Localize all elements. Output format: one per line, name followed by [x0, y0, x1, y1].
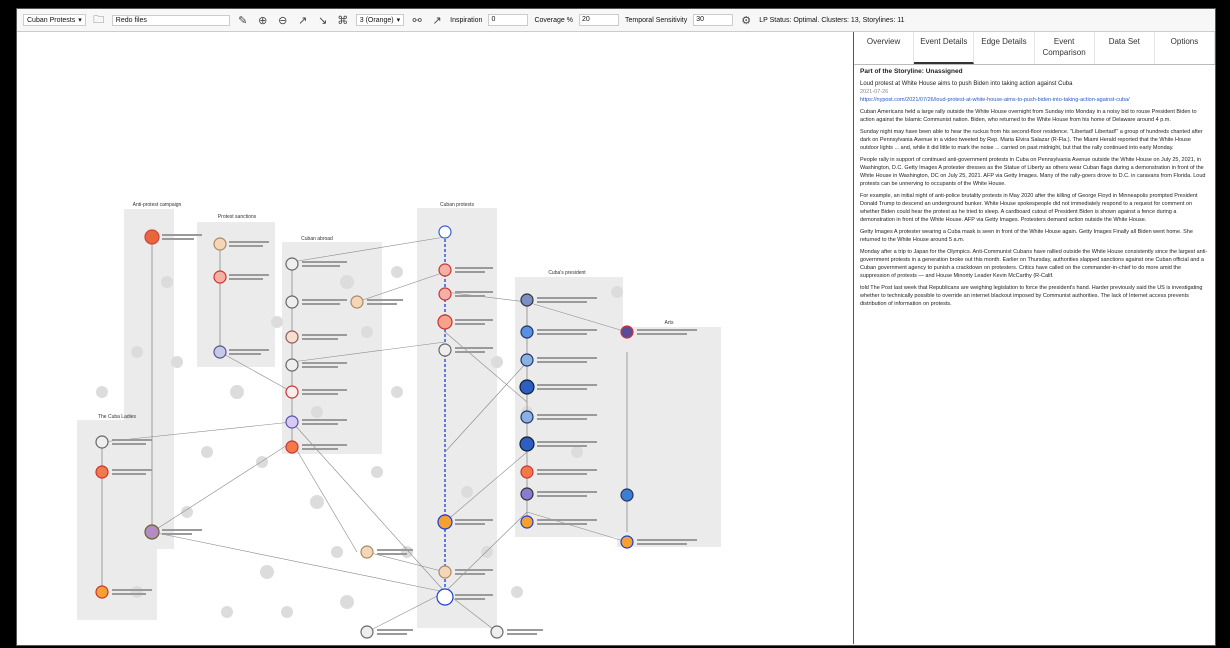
tab-label: Data Set	[1108, 37, 1140, 46]
event-details: Part of the Storyline: Unassigned Loud p…	[854, 65, 1215, 315]
event-paragraph: Monday after a trip to Japan for the Oly…	[860, 249, 1208, 279]
pin-icon[interactable]: ✎	[236, 13, 250, 27]
temporal-sensitivity-input[interactable]: 30	[693, 14, 734, 26]
inspiration-label: Inspiration	[450, 16, 483, 24]
lp-status: LP Status: Optimal. Clusters: 13, Storyl…	[759, 16, 905, 24]
event-paragraph: For example, an initial night of anti-po…	[860, 193, 1198, 223]
tab-label: Overview	[866, 37, 901, 46]
tab-label: Event Comparison	[1042, 37, 1086, 57]
settings-icon[interactable]: ⚙	[739, 13, 753, 27]
tab-label: Edge Details	[981, 37, 1027, 46]
coverage-label: Coverage %	[534, 16, 573, 24]
temporal-sensitivity-label: Temporal Sensitivity	[624, 16, 688, 24]
inspiration-input[interactable]: 0	[488, 14, 529, 26]
event-paragraph: Cuban Americans held a large rally outsi…	[860, 109, 1197, 123]
coverage-input[interactable]: 20	[578, 14, 619, 26]
dataset-select-value: Cuban Protests	[27, 16, 76, 24]
event-paragraph: Sunday night may have been able to hear …	[860, 129, 1203, 151]
dataset-select[interactable]: Cuban Protests ▾	[23, 14, 86, 26]
event-title: Loud protest at White House aims to push…	[860, 81, 1073, 87]
tab-label: Options	[1170, 37, 1199, 46]
folder-icon[interactable]: 🗀	[92, 13, 106, 27]
layout-icon[interactable]: ⌘	[336, 13, 350, 27]
tab-options[interactable]: Options	[1155, 32, 1215, 64]
node-label-bars	[112, 234, 697, 635]
details-panel: Overview Event Details Edge Details Even…	[854, 32, 1215, 644]
clusters-select[interactable]: 3 (Orange) ▾	[355, 14, 405, 26]
tab-edge-details[interactable]: Edge Details	[974, 32, 1035, 64]
chevron-down-icon: ▾	[78, 17, 82, 24]
tab-overview[interactable]: Overview	[854, 32, 915, 64]
edge-remove-icon[interactable]: ↘	[316, 13, 330, 27]
zoom-in-icon[interactable]: ⊕	[256, 13, 270, 27]
clusters-select-value: 3 (Orange)	[359, 16, 394, 24]
tab-data-set[interactable]: Data Set	[1095, 32, 1155, 64]
toolbar: Cuban Protests ▾ 🗀 Redo files ✎ ⊕ ⊖ ↗ ↘ …	[17, 9, 1215, 32]
zoom-out-icon[interactable]: ⊖	[276, 13, 290, 27]
merge-icon[interactable]: ⚯	[410, 13, 424, 27]
chevron-down-icon: ▾	[396, 17, 401, 24]
event-date: 2021-07-26	[860, 89, 889, 95]
link-icon[interactable]: ↗	[430, 13, 444, 27]
panel-tabs: Overview Event Details Edge Details Even…	[854, 32, 1215, 65]
file-field-label: Redo files	[115, 16, 147, 24]
tab-event-comparison[interactable]: Event Comparison	[1035, 32, 1095, 64]
file-field[interactable]: Redo files	[111, 14, 230, 26]
edge-add-icon[interactable]: ↗	[296, 13, 310, 27]
event-url-link[interactable]: https://nypost.com/2021/07/26/loud-prote…	[860, 96, 1209, 104]
storyline-heading: Part of the Storyline: Unassigned	[860, 68, 963, 75]
tab-event-details[interactable]: Event Details	[914, 32, 975, 64]
graph-svg	[95, 225, 697, 639]
event-paragraph: told The Post last week that Republicans…	[860, 285, 1203, 307]
event-paragraph: Getty Images A protester wearing a Cuba …	[860, 229, 1193, 243]
storyline-graph-canvas[interactable]: Anti-protest campaign Protest sanctions …	[17, 32, 854, 644]
tab-label: Event Details	[920, 37, 968, 46]
app-window: Cuban Protests ▾ 🗀 Redo files ✎ ⊕ ⊖ ↗ ↘ …	[16, 8, 1216, 646]
event-paragraph: People rally in support of continued ant…	[860, 157, 1206, 187]
